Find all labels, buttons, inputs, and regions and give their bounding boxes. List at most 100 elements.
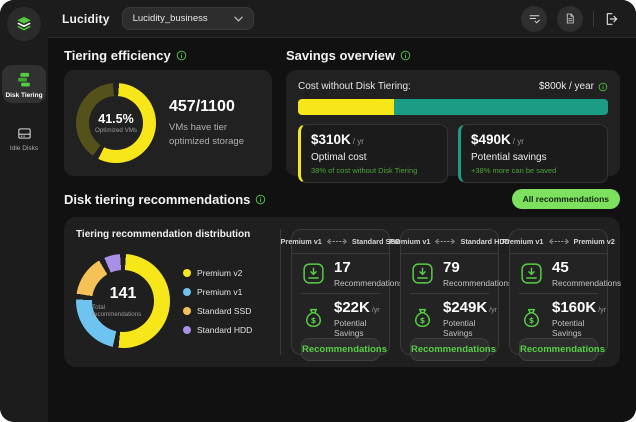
recommendation-count-label: Recommendations: [334, 277, 404, 288]
vertical-divider: [280, 229, 281, 355]
lucidity-logo[interactable]: [7, 7, 41, 41]
savings-value: $22K: [334, 298, 370, 316]
tier-transition-arrow-icon: [548, 238, 570, 245]
potential-savings-note: +38% more can be saved: [471, 166, 557, 175]
tier-transition-arrow-icon: [326, 238, 348, 245]
tier-transition-arrow-icon: [434, 238, 456, 245]
logout-button[interactable]: [604, 11, 620, 27]
legend-label: Premium v1: [197, 286, 243, 297]
recommendations-button[interactable]: Recommendations: [410, 337, 496, 361]
total-recommendations-label: Total recommendations: [92, 303, 142, 318]
savings-overview-card: Cost without Disk Tiering: $800k / year: [286, 70, 620, 183]
optimal-cost-label: Optimal cost: [311, 152, 367, 163]
workspace-dropdown[interactable]: Lucidity_business: [121, 7, 254, 30]
money-bag-icon: $: [519, 306, 544, 331]
potential-savings-unit: / yr: [512, 137, 524, 146]
task-list-button[interactable]: [521, 5, 547, 32]
drive-download-icon: [519, 261, 544, 286]
tier-from: Premium v1: [502, 237, 544, 246]
recommendation-count: 17: [334, 259, 351, 276]
document-icon: [564, 12, 576, 25]
cost-bar-total: $800k / year: [538, 81, 594, 92]
distribution-donut-chart: 141 Total recommendations: [76, 254, 170, 348]
optimal-cost-unit: / yr: [352, 137, 364, 146]
recommendations-title: Disk tiering recommendations: [64, 191, 251, 207]
savings-value: $249K: [443, 298, 488, 316]
recommendations-panel: Tiering recommendation distribution 141 …: [64, 217, 622, 367]
savings-label: Potential Savings: [443, 317, 476, 338]
money-bag-icon: $: [301, 306, 326, 331]
efficiency-donut-chart: 41.5% Optimized VMs: [76, 83, 156, 163]
recommendation-count: 45: [552, 259, 569, 276]
document-button[interactable]: [557, 5, 583, 32]
savings-overview-title: Savings overview: [286, 48, 396, 63]
cost-stacked-bar: [298, 99, 608, 115]
workspace-dropdown-value: Lucidity_business: [132, 13, 208, 24]
tiering-efficiency-title: Tiering efficiency: [64, 48, 171, 63]
legend-dot: [183, 325, 191, 334]
app-window: Disk Tiering Idle Disks Lucidity Lucidit…: [0, 0, 636, 422]
all-recommendations-button[interactable]: All recommendations: [511, 189, 620, 209]
legend-item: Standard HDD: [183, 325, 252, 335]
distribution-legend: Premium v2 Premium v1 Standard SSD Stand…: [183, 268, 252, 335]
savings-unit: /yr: [371, 306, 380, 314]
potential-savings-box: $490K / yr Potential savings +38% more ca…: [458, 124, 608, 183]
recommendation-count-label: Recommendations: [443, 277, 513, 288]
vm-ratio: 457/1100: [169, 98, 235, 116]
tier-from: Premium v1: [280, 237, 322, 246]
recommendation-count-label: Recommendations: [552, 277, 622, 288]
distribution-section: Tiering recommendation distribution 141 …: [76, 229, 270, 355]
legend-item: Premium v2: [183, 268, 252, 278]
sidebar-nav: Disk Tiering Idle Disks: [2, 65, 46, 156]
optimal-cost-note: 38% of cost without Disk Tiering: [311, 166, 418, 175]
optimized-percent: 41.5%: [98, 112, 134, 126]
tiering-efficiency-card: 41.5% Optimized VMs 457/1100 VMs have ti…: [64, 70, 272, 176]
topbar-actions: [521, 5, 620, 32]
hard-drive-icon: [16, 125, 33, 142]
recommendation-count: 79: [443, 259, 460, 276]
savings-label: Potential Savings: [552, 317, 585, 338]
lucidity-logo-icon: [15, 15, 33, 33]
sidebar-item-idle-disks[interactable]: Idle Disks: [2, 119, 46, 156]
info-icon[interactable]: [400, 50, 411, 61]
topbar: Lucidity Lucidity_business: [48, 0, 636, 38]
cost-bar-label: Cost without Disk Tiering:: [298, 81, 411, 92]
info-icon[interactable]: [598, 82, 608, 92]
topbar-divider: [593, 10, 594, 27]
recommendation-card: Premium v1 Standard HDD 79 Recommendatio…: [389, 229, 512, 361]
sidebar-item-disk-tiering[interactable]: Disk Tiering: [2, 65, 46, 103]
recommendations-button[interactable]: Recommendations: [519, 337, 605, 361]
main-content: Tiering efficiency 41.5% Optimized VMs 4…: [48, 38, 636, 422]
savings-unit: /yr: [598, 306, 606, 314]
tier-from: Premium v1: [389, 237, 431, 246]
recommendations-button[interactable]: Recommendations: [301, 337, 387, 361]
disk-stack-icon: [15, 71, 33, 89]
info-icon[interactable]: [176, 50, 187, 61]
optimal-cost-value: $310K: [311, 132, 351, 147]
potential-savings-label: Potential savings: [471, 152, 547, 163]
brand-name: Lucidity: [62, 11, 110, 26]
vm-ratio-label: VMs have tier optimized storage: [169, 122, 244, 147]
sidebar-item-label: Disk Tiering: [5, 92, 43, 99]
legend-dot: [183, 268, 191, 277]
tier-to: Premium v2: [573, 237, 615, 246]
svg-text:$: $: [420, 315, 425, 324]
info-icon[interactable]: [255, 194, 266, 205]
savings-unit: /yr: [489, 306, 497, 314]
legend-item: Premium v1: [183, 287, 252, 297]
savings-label: Potential Savings: [334, 317, 367, 338]
drive-download-icon: [301, 261, 326, 286]
legend-item: Standard SSD: [183, 306, 252, 316]
svg-text:$: $: [311, 315, 316, 324]
legend-dot: [183, 306, 191, 315]
potential-savings-value: $490K: [471, 132, 511, 147]
total-recommendations-value: 141: [109, 284, 137, 302]
optimized-percent-label: Optimized VMs: [95, 127, 137, 134]
legend-label: Premium v2: [197, 267, 243, 278]
svg-text:$: $: [529, 315, 534, 324]
drive-download-icon: [410, 261, 435, 286]
sidebar-item-label: Idle Disks: [9, 145, 39, 152]
sidebar: Disk Tiering Idle Disks: [0, 0, 48, 422]
legend-label: Standard HDD: [197, 324, 253, 335]
money-bag-icon: $: [410, 306, 435, 331]
